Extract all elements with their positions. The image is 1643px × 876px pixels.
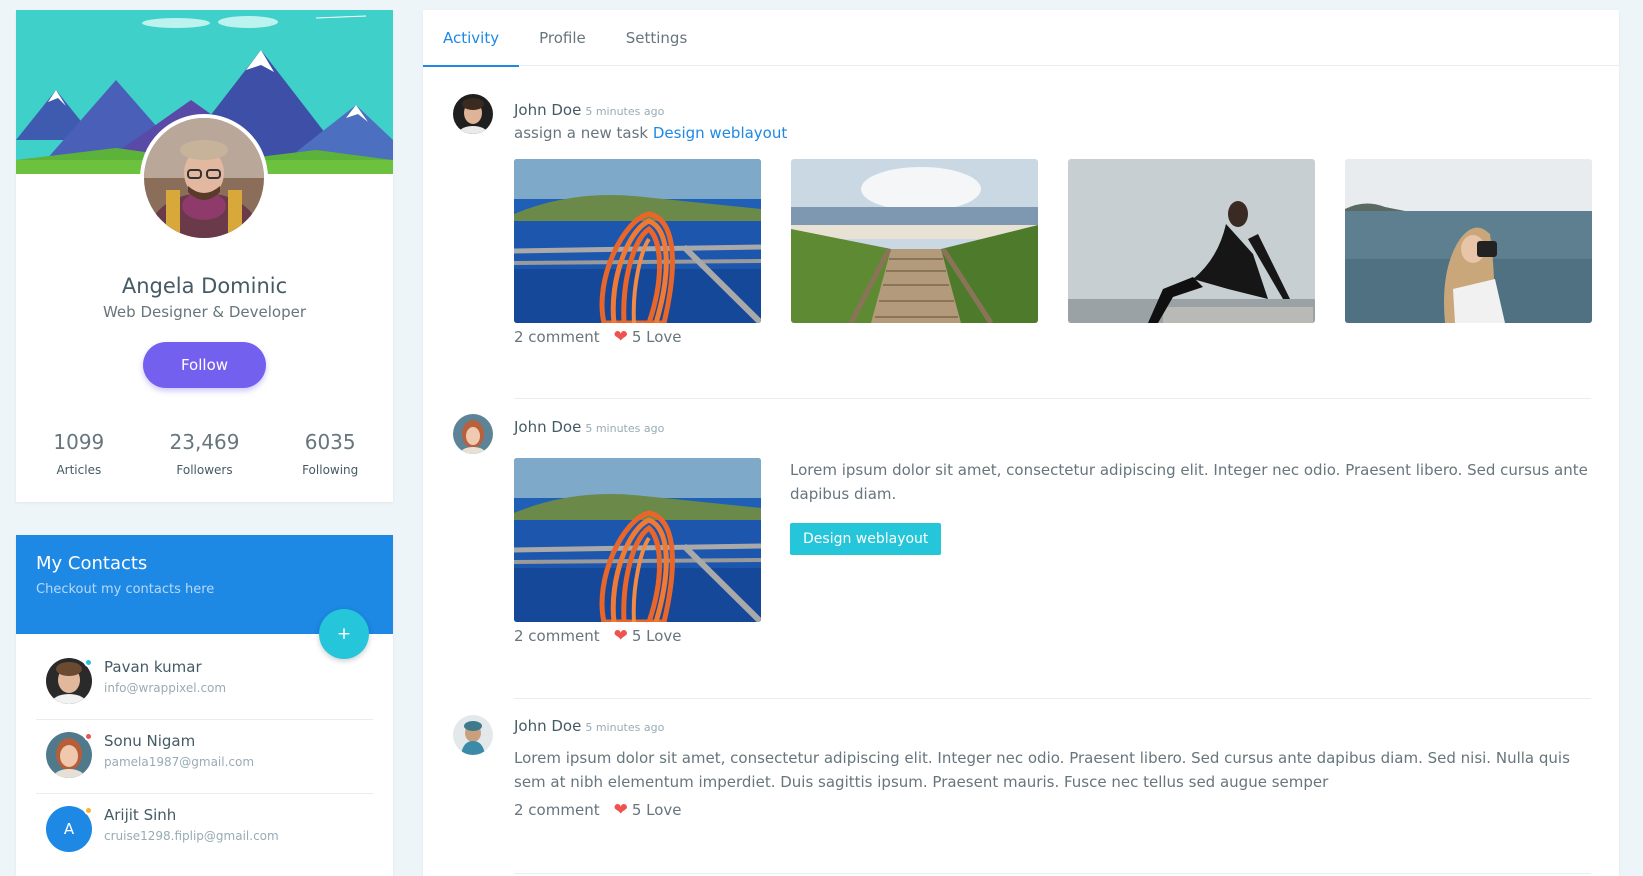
stat-following[interactable]: 6035 Following	[267, 430, 393, 477]
stat-label: Followers	[176, 463, 233, 477]
comment-link[interactable]: 2 comment	[514, 801, 600, 819]
away-status-dot	[84, 806, 93, 815]
feed-post-text: Lorem ipsum dolor sit amet, consectetur …	[514, 749, 1570, 791]
contact-name: Arijit Sinh	[104, 806, 177, 824]
tab-activity[interactable]: Activity	[423, 10, 520, 67]
contacts-title: My Contacts	[36, 553, 148, 574]
tab-profile[interactable]: Profile	[519, 10, 606, 66]
profile-role: Web Designer & Developer	[102, 303, 307, 321]
feed-meta: 2 comment ❤ 5 Love	[514, 626, 682, 646]
feed-timestamp: 5 minutes ago	[585, 721, 665, 734]
profile-stats: 1099 Articles 23,469 Followers 6035 Foll…	[16, 430, 393, 477]
feed-user-name-text: John Doe	[514, 101, 582, 119]
feed-timestamp: 5 minutes ago	[585, 105, 665, 118]
feed-action: assign a new task Design weblayout	[514, 124, 787, 142]
feed-user-avatar[interactable]	[453, 715, 493, 755]
contact-name: Pavan kumar	[104, 658, 202, 676]
love-count[interactable]: 5 Love	[632, 627, 682, 645]
online-status-dot	[84, 658, 93, 667]
stat-value: 1099	[53, 430, 105, 454]
profile-tabs: Activity Profile Settings	[423, 10, 1619, 67]
contact-email: pamela1987@gmail.com	[104, 755, 255, 769]
stat-label: Articles	[56, 463, 102, 477]
contact-email: info@wrappixel.com	[104, 681, 227, 695]
feed-divider	[514, 698, 1591, 699]
feed-photo-woman-sitting[interactable]	[1068, 159, 1315, 323]
stat-value: 6035	[304, 430, 356, 454]
feed-timestamp: 5 minutes ago	[585, 422, 665, 435]
profile-avatar	[140, 114, 268, 242]
profile-name: Angela Dominic	[121, 274, 288, 298]
stat-followers[interactable]: 23,469 Followers	[142, 430, 268, 477]
feed-user-name[interactable]: John Doe 5 minutes ago	[514, 717, 664, 735]
comment-link[interactable]: 2 comment	[514, 627, 600, 645]
heart-icon[interactable]: ❤	[614, 626, 628, 646]
feed-divider	[514, 873, 1591, 874]
feed-post-text: Lorem ipsum dolor sit amet, consectetur …	[790, 461, 1588, 503]
contact-email: cruise1298.fiplip@gmail.com	[104, 829, 279, 843]
feed-action-text: assign a new task	[514, 124, 649, 142]
stat-value: 23,469	[169, 430, 240, 454]
heart-icon[interactable]: ❤	[614, 800, 628, 820]
stat-articles[interactable]: 1099 Articles	[16, 430, 142, 477]
feed-meta: 2 comment ❤ 5 Love	[514, 327, 682, 347]
feed-user-avatar[interactable]	[453, 414, 493, 454]
plus-icon: +	[336, 624, 352, 644]
feed-photo-photographer[interactable]	[1345, 159, 1592, 323]
stat-label: Following	[302, 463, 359, 477]
busy-status-dot	[84, 732, 93, 741]
feed-user-name-text: John Doe	[514, 717, 582, 735]
heart-icon[interactable]: ❤	[614, 327, 628, 347]
comment-link[interactable]: 2 comment	[514, 328, 600, 346]
design-weblayout-button[interactable]: Design weblayout	[790, 523, 942, 555]
tab-settings[interactable]: Settings	[606, 10, 708, 66]
contacts-card: My Contacts Checkout my contacts here + …	[16, 535, 393, 876]
contacts-subtitle: Checkout my contacts here	[36, 582, 215, 597]
feed-photo-rope[interactable]	[514, 458, 761, 622]
feed-user-avatar[interactable]	[453, 94, 493, 134]
love-count[interactable]: 5 Love	[632, 328, 682, 346]
feed-photo-rope[interactable]	[514, 159, 761, 323]
profile-card: Angela Dominic Web Designer & Developer …	[16, 10, 393, 502]
activity-card: Activity Profile Settings John Doe 5 minu…	[423, 10, 1619, 876]
love-count[interactable]: 5 Love	[632, 801, 682, 819]
contact-item[interactable]: Sonu Nigam pamela1987@gmail.com	[36, 718, 373, 794]
feed-user-name-text: John Doe	[514, 418, 582, 436]
contact-item[interactable]: Pavan kumar info@wrappixel.com	[36, 644, 373, 720]
feed-user-name[interactable]: John Doe 5 minutes ago	[514, 418, 664, 436]
feed-divider	[514, 398, 1591, 399]
contact-name: Sonu Nigam	[104, 732, 196, 750]
follow-button[interactable]: Follow	[143, 342, 266, 388]
task-link[interactable]: Design weblayout	[653, 124, 787, 142]
feed-user-name[interactable]: John Doe 5 minutes ago	[514, 101, 664, 119]
feed-meta: 2 comment ❤ 5 Love	[514, 800, 682, 820]
feed-photo-beach[interactable]	[791, 159, 1038, 323]
contact-item[interactable]: A Arijit Sinh cruise1298.fiplip@gmail.co…	[36, 792, 373, 868]
